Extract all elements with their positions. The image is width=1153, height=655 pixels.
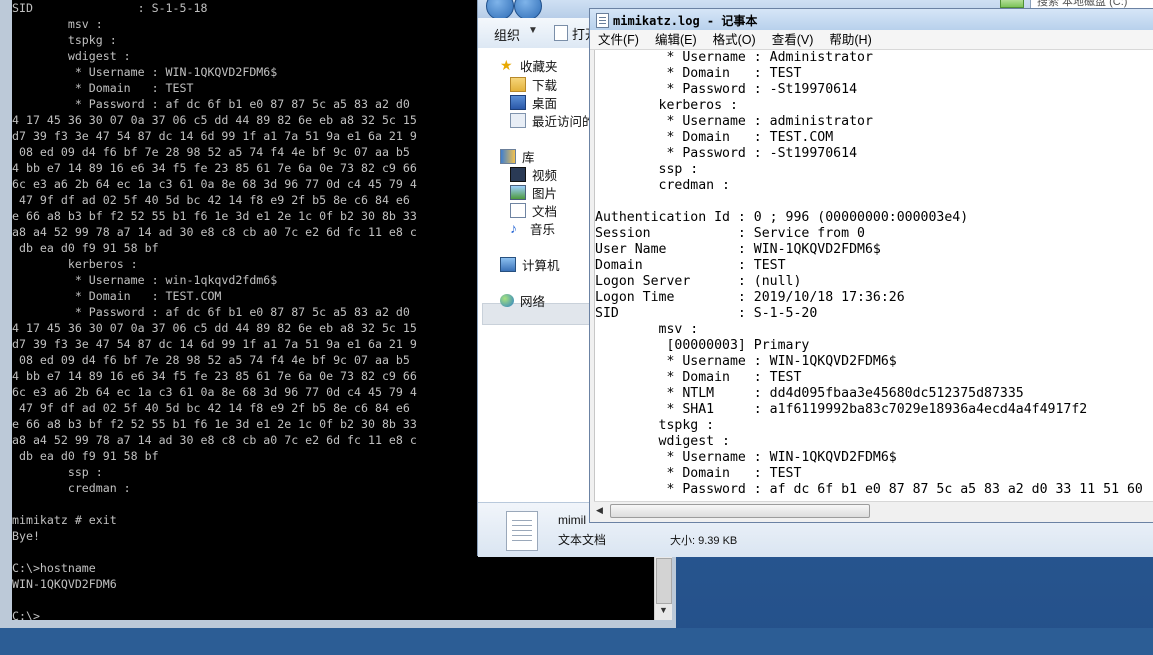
- nav-item-network[interactable]: 网络: [500, 291, 545, 309]
- nav-item-music[interactable]: ♪ 音乐: [510, 219, 555, 237]
- console-line: WIN-1QKQVD2FDM6: [12, 577, 117, 591]
- go-arrow-icon[interactable]: [1000, 0, 1024, 8]
- nav-label: 最近访问的: [532, 114, 595, 129]
- notepad-line: kerberos :: [595, 98, 738, 113]
- nav-label: 视频: [532, 168, 558, 183]
- desktop-icon: [510, 94, 526, 110]
- notepad-line: Authentication Id : 0 ; 996 (00000000:00…: [595, 210, 969, 225]
- console-line: C:\>hostname: [12, 561, 96, 575]
- notepad-line: ssp :: [595, 162, 699, 177]
- notepad-line: * Password : af dc 6f b1 e0 87 87 5c a5 …: [595, 482, 1143, 497]
- notepad-line: wdigest :: [595, 434, 730, 449]
- console-scroll-thumb[interactable]: [656, 558, 672, 604]
- chevron-down-icon[interactable]: ▼: [528, 25, 538, 36]
- notepad-line: * Username : WIN-1QKQVD2FDM6$: [595, 354, 897, 369]
- document-icon: [510, 202, 526, 218]
- menu-format[interactable]: 格式(O): [705, 30, 764, 49]
- nav-label: 计算机: [522, 258, 560, 273]
- nav-item-videos[interactable]: 视频: [510, 165, 557, 183]
- recent-places-icon: [510, 112, 526, 128]
- notepad-line: msv :: [595, 322, 699, 337]
- explorer-toolbar: 组织 ▼ 打开: [478, 18, 598, 49]
- notepad-line: Domain : TEST: [595, 258, 786, 273]
- explorer-nav-pane: ★ 收藏夹 下载 桌面 最近访问的 库 视频 图片 文档 ♪ 音乐 计算机 网络: [478, 48, 595, 502]
- nav-item-recent[interactable]: 最近访问的: [510, 111, 595, 129]
- notepad-text: * Username : Administrator * Domain : TE…: [595, 50, 1153, 498]
- notepad-line: [00000003] Primary: [595, 338, 810, 353]
- music-note-icon: ♪: [510, 219, 517, 236]
- notepad-line: SID : S-1-5-20: [595, 306, 818, 321]
- notepad-line: * Domain : TEST: [595, 66, 802, 81]
- notepad-menubar: 文件(F) 编辑(E) 格式(O) 查看(V) 帮助(H): [590, 30, 1153, 50]
- organize-button[interactable]: 组织: [494, 25, 520, 44]
- nav-label: 音乐: [530, 222, 556, 237]
- notepad-line: * Username : WIN-1QKQVD2FDM6$: [595, 450, 897, 465]
- nav-label: 收藏夹: [520, 59, 558, 74]
- notepad-line: * Password : -St19970614: [595, 146, 858, 161]
- notepad-line: * SHA1 : a1f6119992ba83c7029e18936a4ecd4…: [595, 402, 1088, 417]
- selected-file-size: 大小: 9.39 KB: [670, 535, 738, 547]
- notepad-titlebar[interactable]: mimikatz.log - 记事本: [590, 9, 1153, 30]
- back-icon[interactable]: [486, 0, 514, 20]
- notepad-line: * Username : administrator: [595, 114, 873, 129]
- menu-file[interactable]: 文件(F): [590, 30, 647, 49]
- nav-item-computer[interactable]: 计算机: [500, 255, 560, 273]
- picture-icon: [510, 184, 526, 200]
- notepad-line: tspkg :: [595, 418, 715, 433]
- notepad-line: * Domain : TEST: [595, 466, 802, 481]
- nav-label: 下载: [532, 78, 558, 93]
- document-icon: [554, 25, 568, 41]
- folder-icon: [510, 76, 526, 92]
- notepad-horizontal-scrollbar[interactable]: ◀: [594, 501, 1153, 519]
- selected-file-name: mimil: [558, 513, 586, 527]
- notepad-line: Logon Server : (null): [595, 274, 802, 289]
- notepad-line: Logon Time : 2019/10/18 17:36:26: [595, 290, 905, 305]
- nav-item-documents[interactable]: 文档: [510, 201, 557, 219]
- console-line: C:\>: [12, 609, 40, 620]
- nav-label: 库: [522, 150, 535, 165]
- notepad-icon: [596, 13, 609, 28]
- video-icon: [510, 166, 526, 182]
- notepad-text-area[interactable]: * Username : Administrator * Domain : TE…: [594, 50, 1153, 501]
- notepad-line: credman :: [595, 178, 730, 193]
- notepad-line: * Domain : TEST: [595, 370, 802, 385]
- star-icon: ★: [500, 56, 513, 73]
- nav-item-pictures[interactable]: 图片: [510, 183, 557, 201]
- nav-label: 网络: [520, 294, 546, 309]
- nav-item-libraries[interactable]: 库: [500, 147, 535, 165]
- library-icon: [500, 148, 516, 164]
- notepad-scroll-thumb[interactable]: [610, 504, 870, 518]
- menu-view[interactable]: 查看(V): [764, 30, 822, 49]
- notepad-line: [595, 194, 1153, 210]
- computer-icon: [500, 256, 516, 272]
- notepad-line: * NTLM : dd4d095fbaa3e45680dc512375d8733…: [595, 386, 1024, 401]
- scroll-down-arrow-icon[interactable]: ▼: [655, 602, 672, 618]
- notepad-line: User Name : WIN-1QKQVD2FDM6$: [595, 242, 881, 257]
- selected-file-type: 文本文档: [558, 533, 607, 547]
- nav-item-downloads[interactable]: 下载: [510, 75, 557, 93]
- notepad-line: * Password : -St19970614: [595, 82, 858, 97]
- notepad-window[interactable]: mimikatz.log - 记事本 文件(F) 编辑(E) 格式(O) 查看(…: [589, 8, 1153, 523]
- notepad-title: mimikatz.log - 记事本: [613, 14, 758, 28]
- nav-label: 文档: [532, 204, 558, 219]
- text-file-icon: [506, 511, 538, 551]
- nav-label: 图片: [532, 186, 558, 201]
- network-icon: [500, 293, 514, 307]
- menu-help[interactable]: 帮助(H): [821, 30, 879, 49]
- desktop-bottom-strip: [0, 628, 1153, 655]
- nav-item-desktop[interactable]: 桌面: [510, 93, 557, 111]
- forward-icon[interactable]: [514, 0, 542, 20]
- nav-item-favorites[interactable]: ★ 收藏夹: [500, 56, 558, 74]
- menu-edit[interactable]: 编辑(E): [647, 30, 705, 49]
- notepad-line: * Username : Administrator: [595, 50, 873, 65]
- scroll-left-arrow-icon[interactable]: ◀: [596, 505, 603, 516]
- notepad-line: * Domain : TEST.COM: [595, 130, 834, 145]
- nav-label: 桌面: [532, 96, 558, 111]
- notepad-line: Session : Service from 0: [595, 226, 865, 241]
